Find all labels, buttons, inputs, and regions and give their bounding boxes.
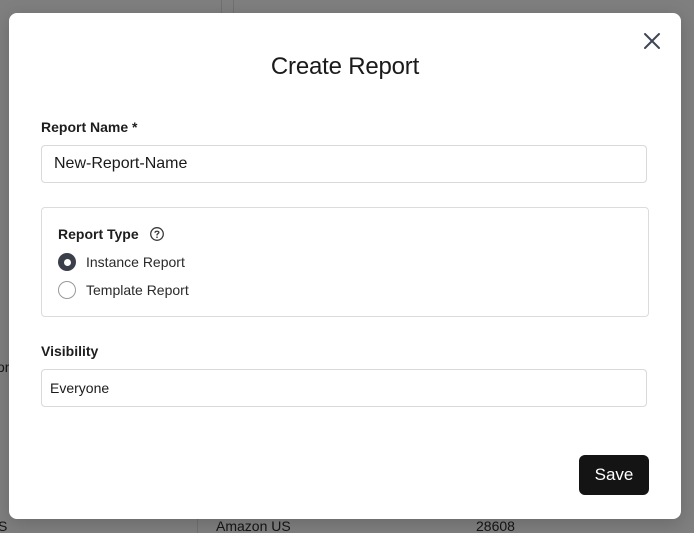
visibility-field[interactable] <box>41 369 647 407</box>
dialog-title: Create Report <box>270 53 420 80</box>
visibility-label: Visibility <box>41 343 99 359</box>
radio-button[interactable] <box>58 281 76 299</box>
radio-button[interactable] <box>58 253 76 271</box>
report-name-label: Report Name * <box>41 119 138 135</box>
radio-label: Instance Report <box>86 254 185 270</box>
create-report-dialog: Create Report Report Name * Report Type … <box>9 13 681 519</box>
radio-option-template-report[interactable]: Template Report <box>58 279 189 301</box>
report-name-input[interactable] <box>41 145 647 183</box>
save-button[interactable]: Save <box>579 455 649 495</box>
radio-option-instance-report[interactable]: Instance Report <box>58 251 185 273</box>
question-circle-icon[interactable] <box>149 226 165 242</box>
close-button[interactable] <box>641 30 663 52</box>
close-icon <box>644 33 660 49</box>
report-type-label: Report Type <box>58 226 139 242</box>
radio-label: Template Report <box>86 282 189 298</box>
report-type-group: Report Type Instance Report Template Rep… <box>41 207 649 317</box>
